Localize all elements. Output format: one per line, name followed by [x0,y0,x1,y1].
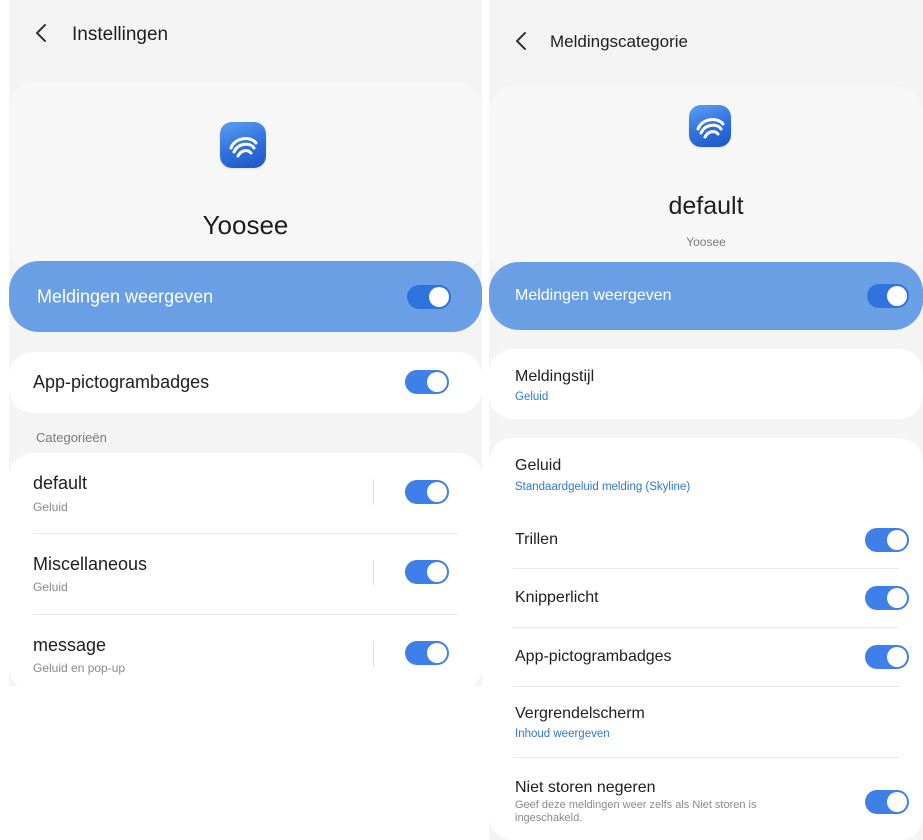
category-header: default Yoosee [489,86,923,276]
category-app-name: Yoosee [686,235,726,249]
notification-style-card[interactable]: Meldingstijl Geluid [489,349,923,419]
app-header: Yoosee [9,82,482,272]
category-title: message [33,635,107,655]
notification-style-value: Geluid [515,391,549,403]
app-badges-switch[interactable] [405,370,449,394]
badges-title: App-pictogrambadges [515,648,672,665]
vibrate-switch[interactable] [865,528,909,552]
category-switch-default[interactable] [405,480,449,504]
lockscreen-value: Inhoud weergeven [515,728,610,740]
yoosee-app-icon [689,105,731,147]
categories-card: default Geluid Miscellaneous Geluid mess… [9,453,482,686]
badges-switch[interactable] [865,645,909,669]
show-notifications-switch[interactable] [407,285,451,309]
notification-category-screen: Meldingscategorie default Yoosee Melding… [489,0,923,840]
app-name: Yoosee [202,210,289,240]
page-title: Meldingscategorie [550,32,688,51]
top-bar: Meldingscategorie [489,0,923,70]
category-title: default [33,473,88,493]
vibrate-row[interactable]: Trillen [489,512,923,568]
lockscreen-row[interactable]: Vergrendelscherm Inhoud weergeven [489,687,923,757]
dnd-override-row[interactable]: Niet storen negeren Geef deze meldingen … [489,758,923,840]
category-row-default[interactable]: default Geluid [9,453,482,533]
top-bar: Instellingen [9,0,482,70]
yoosee-app-icon [220,122,266,168]
category-name: default [668,192,744,220]
row-separator [373,641,374,667]
category-switch-message[interactable] [405,641,449,665]
show-notifications-label: Meldingen weergeven [37,286,214,306]
app-settings-screen: Instellingen Yoosee Meldingen weergeven … [9,0,482,686]
app-badges-label: App-pictogrambadges [33,372,210,392]
category-row-message[interactable]: message Geluid en pop-up [9,615,482,686]
category-subtitle: Geluid [33,580,68,594]
led-title: Knipperlicht [515,589,599,606]
category-subtitle: Geluid [33,500,68,514]
dnd-override-description: Geef deze meldingen weer zelfs als Niet … [515,799,757,824]
category-row-miscellaneous[interactable]: Miscellaneous Geluid [9,534,482,614]
back-icon[interactable] [33,22,49,44]
categories-section-label: Categorieën [36,430,107,445]
back-icon[interactable] [513,30,529,52]
dnd-override-switch[interactable] [865,790,909,814]
show-notifications-label: Meldingen weergeven [515,287,672,304]
show-notifications-switch[interactable] [867,284,909,308]
app-badges-card[interactable]: App-pictogrambadges [9,352,482,413]
row-separator [373,479,374,505]
sound-row[interactable]: Geluid Standaardgeluid melding (Skyline) [489,438,923,512]
category-switch-miscellaneous[interactable] [405,560,449,584]
show-notifications-toggle-row[interactable]: Meldingen weergeven [489,262,923,330]
lockscreen-title: Vergrendelscherm [515,705,645,722]
row-separator [373,560,374,586]
led-switch[interactable] [865,586,909,610]
category-settings-card: Geluid Standaardgeluid melding (Skyline)… [489,438,923,840]
notification-style-title: Meldingstijl [515,368,595,385]
category-subtitle: Geluid en pop-up [33,661,126,675]
category-title: Miscellaneous [33,554,148,574]
page-title: Instellingen [72,24,169,45]
badges-row[interactable]: App-pictogrambadges [489,628,923,686]
vibrate-title: Trillen [515,531,558,548]
show-notifications-toggle-row[interactable]: Meldingen weergeven [9,261,482,332]
sound-value: Standaardgeluid melding (Skyline) [515,481,691,493]
dnd-override-title: Niet storen negeren [515,779,656,796]
sound-title: Geluid [515,457,562,474]
led-row[interactable]: Knipperlicht [489,569,923,627]
